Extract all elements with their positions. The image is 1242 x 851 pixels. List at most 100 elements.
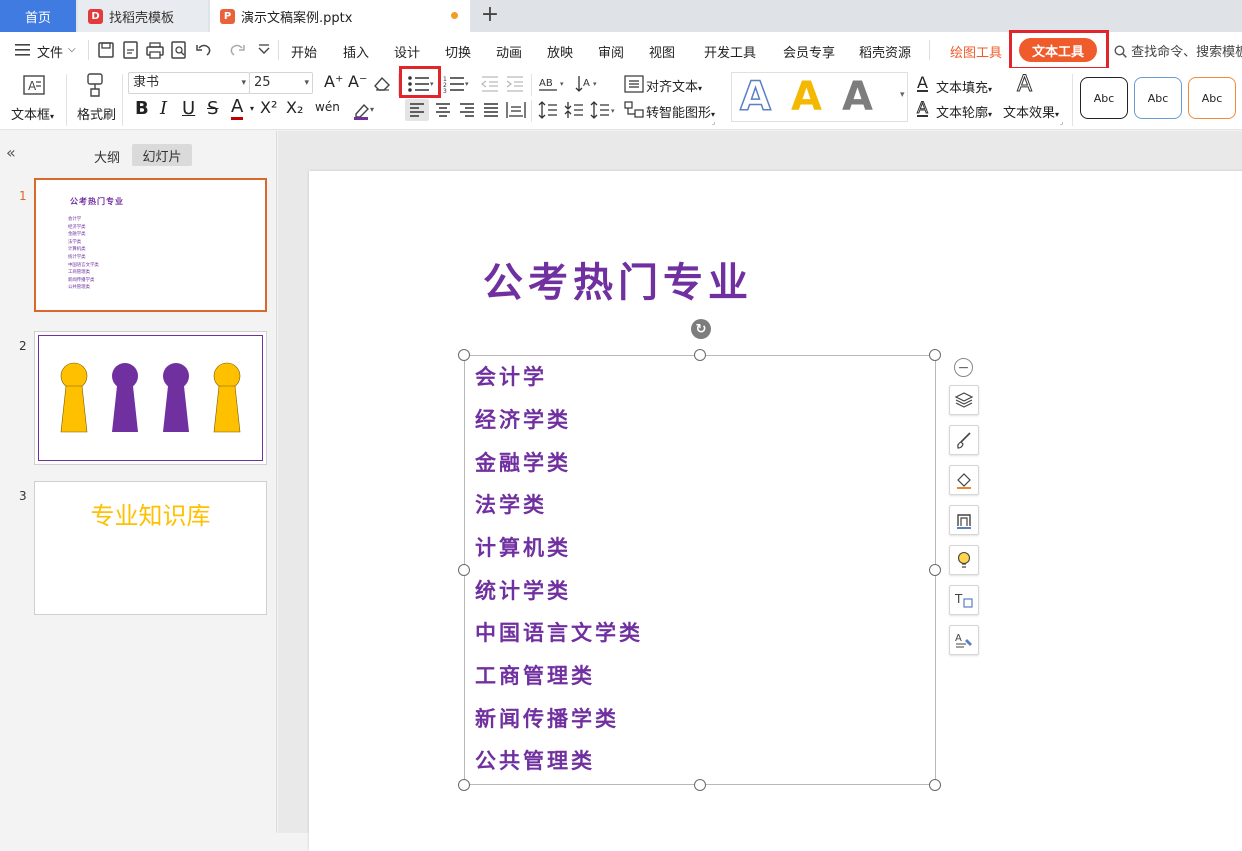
text-effect-icon[interactable]: A — [1016, 72, 1032, 98]
new-tab-button[interactable]: + — [478, 2, 502, 27]
resize-handle[interactable] — [458, 349, 470, 361]
font-name-select[interactable]: 隶书 ▾ — [128, 72, 250, 94]
highlight-color-icon[interactable]: ▾ — [352, 100, 376, 120]
format-painter-label[interactable]: 格式刷 — [77, 104, 116, 123]
list-item[interactable]: 会计学 — [475, 361, 547, 391]
align-center-icon[interactable] — [432, 99, 454, 121]
list-item[interactable]: 统计学类 — [475, 575, 571, 605]
font-color-dropdown-icon[interactable]: ▾ — [250, 104, 254, 113]
bold-button[interactable]: B — [135, 98, 149, 119]
list-item[interactable]: 计算机类 — [475, 532, 571, 562]
shape-style-black[interactable]: Abc — [1080, 77, 1128, 119]
text-style-button[interactable]: A — [949, 625, 979, 655]
increase-indent-icon[interactable] — [505, 73, 525, 95]
list-item[interactable]: 金融学类 — [475, 447, 571, 477]
align-left-button[interactable] — [405, 99, 429, 121]
phonetic-guide-button[interactable]: wén — [315, 100, 340, 114]
menu-docer-resources[interactable]: 稻壳资源 — [859, 42, 911, 61]
text-outline-icon[interactable]: A — [917, 99, 928, 117]
wordart-style-gray[interactable]: A — [842, 74, 873, 120]
wordart-style-gold[interactable]: A — [791, 74, 822, 120]
align-text-icon[interactable] — [623, 73, 645, 95]
italic-button[interactable]: I — [160, 98, 167, 119]
list-item[interactable]: 工商管理类 — [475, 660, 595, 690]
menu-start[interactable]: 开始 — [291, 42, 317, 61]
shape-style-blue[interactable]: Abc — [1134, 77, 1182, 119]
align-text-button[interactable]: 对齐文本▾ — [646, 76, 702, 95]
list-item[interactable]: 经济学类 — [475, 404, 571, 434]
shrink-font-button[interactable]: A⁻ — [348, 72, 367, 91]
shape-fill-button[interactable] — [949, 465, 979, 495]
save-icon[interactable] — [95, 40, 117, 60]
slide-thumbnail-3[interactable]: 专业知识库 — [34, 481, 267, 615]
clear-format-icon[interactable] — [372, 74, 392, 92]
font-size-select[interactable]: 25 ▾ — [249, 72, 313, 94]
menu-drawing-tools[interactable]: 绘图工具 — [950, 42, 1002, 61]
layers-button[interactable] — [949, 385, 979, 415]
resize-handle[interactable] — [694, 349, 706, 361]
font-color-button[interactable]: A — [231, 97, 244, 120]
decrease-indent-icon[interactable] — [480, 73, 500, 95]
line-spacing-options-icon[interactable]: ▾ — [589, 99, 619, 121]
customize-quick-access-icon[interactable] — [253, 40, 275, 60]
menu-animation[interactable]: 动画 — [496, 42, 522, 61]
superscript-button[interactable]: X² — [260, 98, 277, 117]
menu-membership[interactable]: 会员专享 — [783, 42, 835, 61]
underline-button[interactable]: U — [182, 98, 195, 119]
hamburger-icon[interactable] — [15, 43, 31, 57]
resize-handle[interactable] — [929, 779, 941, 791]
paragraph-group-launcher-icon[interactable]: ⌟ — [712, 118, 715, 126]
redo-icon[interactable] — [226, 40, 248, 60]
strikethrough-button[interactable]: S — [207, 98, 218, 119]
paragraph-spacing-icon[interactable] — [563, 99, 585, 121]
wordart-style-outline[interactable]: A — [739, 73, 771, 121]
line-spacing-icon[interactable] — [537, 99, 559, 121]
format-painter-icon[interactable] — [84, 72, 106, 98]
textbox-icon[interactable]: A — [22, 74, 46, 96]
resize-handle[interactable] — [458, 564, 470, 576]
chevron-down-icon[interactable]: ⌵ — [68, 44, 76, 55]
numbered-list-icon[interactable]: 123 ▾ — [443, 73, 473, 95]
distribute-icon[interactable] — [504, 99, 528, 121]
character-spacing-icon[interactable]: AB ▾ — [538, 74, 568, 94]
text-direction-icon[interactable]: A ▾ — [574, 73, 600, 95]
list-item[interactable]: 公共管理类 — [475, 745, 595, 775]
menu-text-tools[interactable]: 文本工具 — [1019, 38, 1097, 62]
align-right-icon[interactable] — [456, 99, 478, 121]
undo-icon[interactable] — [193, 40, 215, 60]
tab-templates[interactable]: D 找稻壳模板 — [78, 0, 208, 32]
list-item[interactable]: 中国语言文学类 — [475, 617, 643, 647]
text-fill-button[interactable]: 文本填充▾ — [936, 77, 992, 96]
shape-style-button[interactable] — [949, 425, 979, 455]
file-menu[interactable]: 文件 — [37, 42, 63, 61]
slides-tab[interactable]: 幻灯片 — [132, 144, 192, 166]
export-pdf-icon[interactable] — [120, 40, 142, 60]
print-icon[interactable] — [144, 40, 166, 60]
shape-style-orange[interactable]: Abc — [1188, 77, 1236, 119]
subscript-button[interactable]: X₂ — [286, 98, 303, 117]
list-item[interactable]: 新闻传播学类 — [475, 703, 619, 733]
slide-title[interactable]: 公考热门专业 — [483, 250, 753, 308]
text-effect-button[interactable]: 文本效果▾ — [1003, 102, 1059, 121]
menu-design[interactable]: 设计 — [394, 42, 420, 61]
list-item[interactable]: 法学类 — [475, 489, 547, 519]
resize-handle[interactable] — [929, 564, 941, 576]
slide-thumbnail-2[interactable] — [34, 331, 267, 465]
menu-slideshow[interactable]: 放映 — [547, 42, 573, 61]
collapse-panel-icon[interactable]: « — [6, 143, 16, 162]
wordart-gallery-more-icon[interactable]: ▾ — [900, 90, 905, 100]
smart-art-icon[interactable] — [623, 99, 645, 121]
grow-font-button[interactable]: A⁺ — [324, 72, 343, 91]
command-search[interactable]: 查找命令、搜索模板 — [1114, 41, 1242, 60]
text-outline-button[interactable]: 文本轮廓▾ — [936, 102, 992, 121]
collapse-toolbar-icon[interactable]: − — [954, 358, 973, 377]
text-layout-button[interactable]: T — [949, 585, 979, 615]
outline-tab[interactable]: 大纲 — [94, 147, 120, 166]
justify-icon[interactable] — [480, 99, 502, 121]
resize-handle[interactable] — [929, 349, 941, 361]
slide-thumbnail-1[interactable]: 公考热门专业 会计学 经济学类 金融学类 法学类 计算机类 统计学类 中国语言文学类 工商… — [34, 178, 267, 312]
smart-suggestion-button[interactable] — [949, 545, 979, 575]
print-preview-icon[interactable] — [168, 40, 190, 60]
rotate-handle-icon[interactable]: ↻ — [691, 319, 711, 339]
shape-outline-button[interactable] — [949, 505, 979, 535]
